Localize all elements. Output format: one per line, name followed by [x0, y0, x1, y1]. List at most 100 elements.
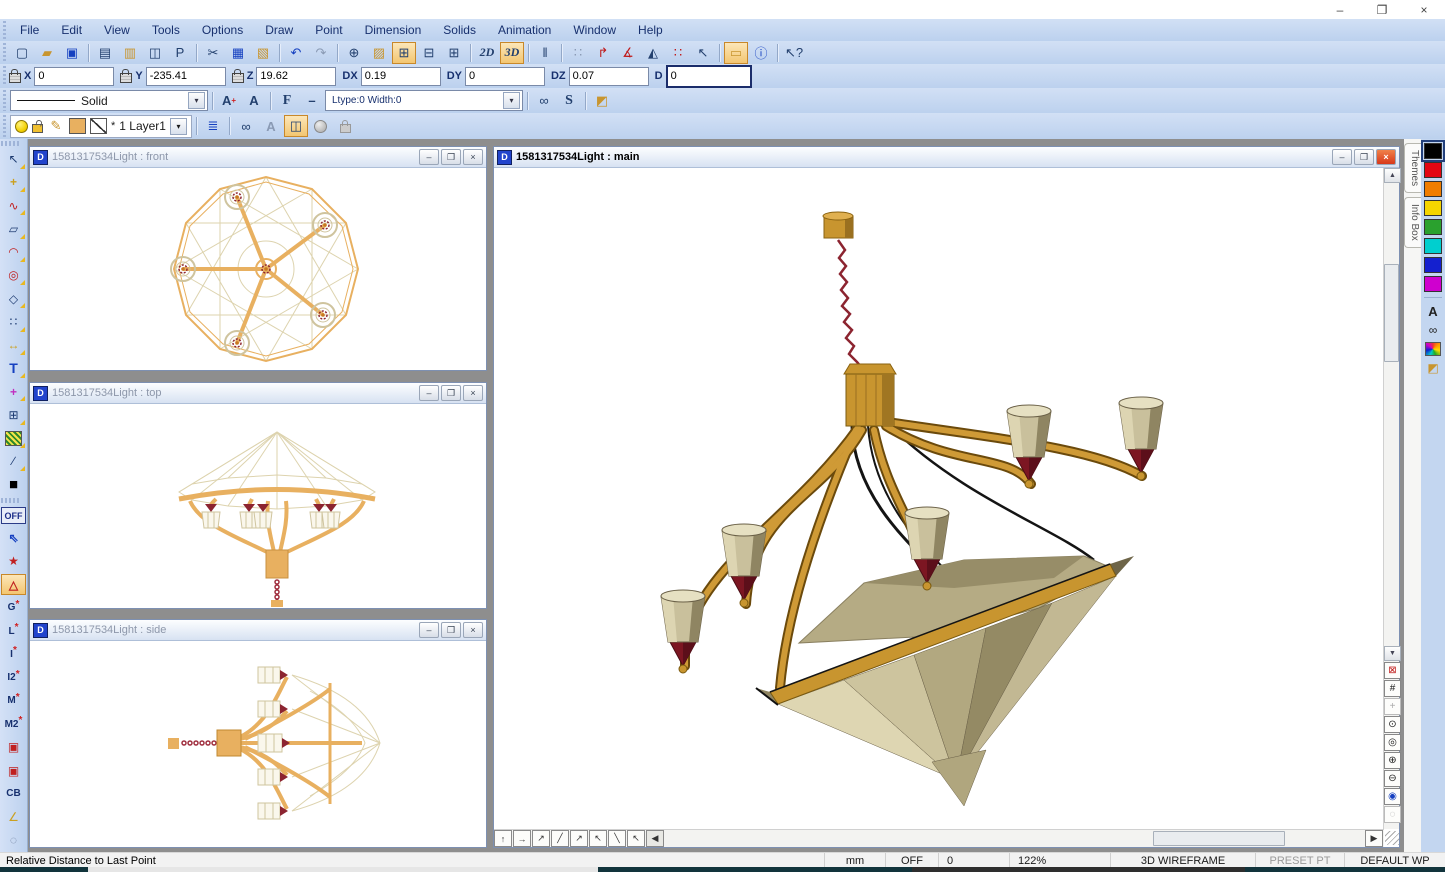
app-close-button[interactable]: ×	[1403, 0, 1445, 19]
f-style-icon[interactable]: F	[275, 90, 299, 112]
copy-icon[interactable]: ▦	[226, 42, 250, 64]
zoom-window-icon[interactable]: ⊙	[1384, 716, 1401, 733]
z-lock-icon[interactable]	[232, 73, 244, 83]
scroll-left-icon[interactable]: ◀	[646, 830, 664, 847]
copy-attributes-icon[interactable]: ◩	[1424, 360, 1442, 376]
app-minimize-button[interactable]: –	[1319, 0, 1361, 19]
mode-2d-button[interactable]: 2D	[475, 42, 499, 64]
d-input[interactable]	[666, 65, 752, 88]
close-button[interactable]: ×	[463, 149, 483, 165]
print-preview-icon[interactable]: ◫	[143, 42, 167, 64]
y-input[interactable]	[146, 67, 226, 86]
text-color-icon[interactable]: A	[1424, 303, 1442, 319]
menu-edit[interactable]: Edit	[50, 23, 93, 37]
menu-file[interactable]: File	[9, 23, 50, 37]
toolbar-grip[interactable]	[1, 43, 8, 62]
copy-layer-icon[interactable]: ◫	[284, 115, 308, 137]
settings-gear-icon[interactable]: ◌	[1, 830, 26, 851]
construction-line-tool[interactable]: ∕	[1, 451, 26, 472]
dx-input[interactable]	[361, 67, 441, 86]
maximize-button[interactable]: ❐	[441, 622, 461, 638]
status-workplane[interactable]: DEFAULT WP	[1344, 853, 1445, 868]
color-swatch-black[interactable]	[1424, 143, 1442, 159]
menu-options[interactable]: Options	[191, 23, 254, 37]
minimize-button[interactable]: –	[419, 622, 439, 638]
minimize-button[interactable]: –	[419, 385, 439, 401]
menu-window[interactable]: Window	[562, 23, 627, 37]
axes-icon[interactable]: ↱	[591, 42, 615, 64]
select-tool[interactable]: ↖	[1, 149, 26, 170]
top-window-titlebar[interactable]: D 1581317534Light : top – ❐ ×	[30, 383, 486, 404]
maximize-button[interactable]: ❐	[441, 149, 461, 165]
sketch-plane-icon[interactable]: ◭	[641, 42, 665, 64]
snap-tangent-tool[interactable]: ∠	[1, 806, 26, 827]
close-button[interactable]: ×	[463, 622, 483, 638]
perpendicular-icon[interactable]: ∡	[616, 42, 640, 64]
minimize-button[interactable]: –	[419, 149, 439, 165]
view-right-button[interactable]: →	[513, 830, 531, 847]
resize-grip[interactable]	[1385, 831, 1399, 845]
polyline-tool[interactable]: ∿	[1, 195, 26, 216]
x-input[interactable]	[34, 67, 114, 86]
pattern-tool[interactable]: ∷	[1, 311, 26, 332]
z-input[interactable]	[256, 67, 336, 86]
menu-view[interactable]: View	[93, 23, 141, 37]
blocks-tool[interactable]: ⊞	[1, 404, 26, 425]
snap-l-tool[interactable]: L*	[1, 620, 26, 641]
s-style-icon[interactable]: S	[557, 90, 581, 112]
layer-unlocked-icon[interactable]	[32, 124, 43, 133]
layer-off-bulb-icon[interactable]	[314, 120, 327, 133]
window-layout-icon[interactable]: ⊞	[392, 42, 416, 64]
pause-icon[interactable]: ‖	[533, 42, 557, 64]
status-render-mode[interactable]: 3D WIREFRAME	[1110, 853, 1255, 868]
redo-icon[interactable]: ↷	[309, 42, 333, 64]
polygon-tool[interactable]: ◇	[1, 288, 26, 309]
glasses-icon[interactable]: ∞	[1424, 322, 1442, 338]
new-file-icon[interactable]: ▢	[10, 42, 34, 64]
scroll-right-icon[interactable]: ▶	[1365, 830, 1383, 847]
main-window-titlebar[interactable]: D 1581317534Light : main – ❐ ×	[494, 147, 1399, 168]
snap-g-tool[interactable]: G*	[1, 597, 26, 618]
minimize-button[interactable]: –	[1332, 149, 1352, 165]
pick-point-icon[interactable]: ↖	[691, 42, 715, 64]
glasses-icon[interactable]: ∞	[234, 115, 258, 137]
view-diagonal-button[interactable]: ╱	[551, 830, 569, 847]
zoom-all-icon[interactable]: ◉	[1384, 788, 1401, 805]
snap-center2-tool[interactable]: ▣	[1, 760, 26, 781]
zoom-select-icon[interactable]: ◎	[1384, 734, 1401, 751]
horizontal-scroll-thumb[interactable]	[1153, 831, 1285, 846]
hatch-tool[interactable]	[1, 428, 26, 449]
font-add-icon[interactable]: A+	[217, 90, 241, 112]
color-swatch-orange[interactable]	[1424, 181, 1442, 197]
close-button[interactable]: ×	[1376, 149, 1396, 165]
toolbar-grip[interactable]	[1, 498, 19, 503]
view-ne-button[interactable]: ↗	[570, 830, 588, 847]
menu-help[interactable]: Help	[627, 23, 674, 37]
status-zoom-level[interactable]: 122%	[1009, 853, 1110, 868]
snap-cb-tool[interactable]: CB	[1, 783, 26, 804]
plot-icon[interactable]: P	[168, 42, 192, 64]
maximize-button[interactable]: ❐	[441, 385, 461, 401]
front-window-titlebar[interactable]: D 1581317534Light : front – ❐ ×	[30, 147, 486, 168]
menu-solids[interactable]: Solids	[432, 23, 487, 37]
text-attr-icon[interactable]: A	[259, 115, 283, 137]
line-style-select[interactable]: Solid ▾	[10, 90, 208, 111]
paste-icon[interactable]: ▧	[251, 42, 275, 64]
close-button[interactable]: ×	[463, 385, 483, 401]
layer-visible-icon[interactable]	[15, 120, 28, 133]
dy-input[interactable]	[465, 67, 545, 86]
dimension-tool[interactable]: ↔	[1, 335, 26, 356]
menu-tools[interactable]: Tools	[141, 23, 191, 37]
dash-style-icon[interactable]: –	[300, 90, 324, 112]
glasses-icon[interactable]: ∞	[532, 90, 556, 112]
app-restore-button[interactable]: ❐	[1361, 0, 1403, 19]
selection-set-icon[interactable]: ∷	[666, 42, 690, 64]
status-ortho[interactable]: OFF	[885, 853, 938, 868]
print-icon[interactable]: ▤	[93, 42, 117, 64]
arc-tool[interactable]: ◠	[1, 242, 26, 263]
mode-3d-button[interactable]: 3D	[500, 42, 524, 64]
grid-toggle-icon[interactable]: #	[1384, 680, 1401, 697]
y-lock-icon[interactable]	[120, 73, 132, 83]
view-backslash-button[interactable]: ╲	[608, 830, 626, 847]
layer-color-swatch[interactable]	[69, 118, 86, 134]
